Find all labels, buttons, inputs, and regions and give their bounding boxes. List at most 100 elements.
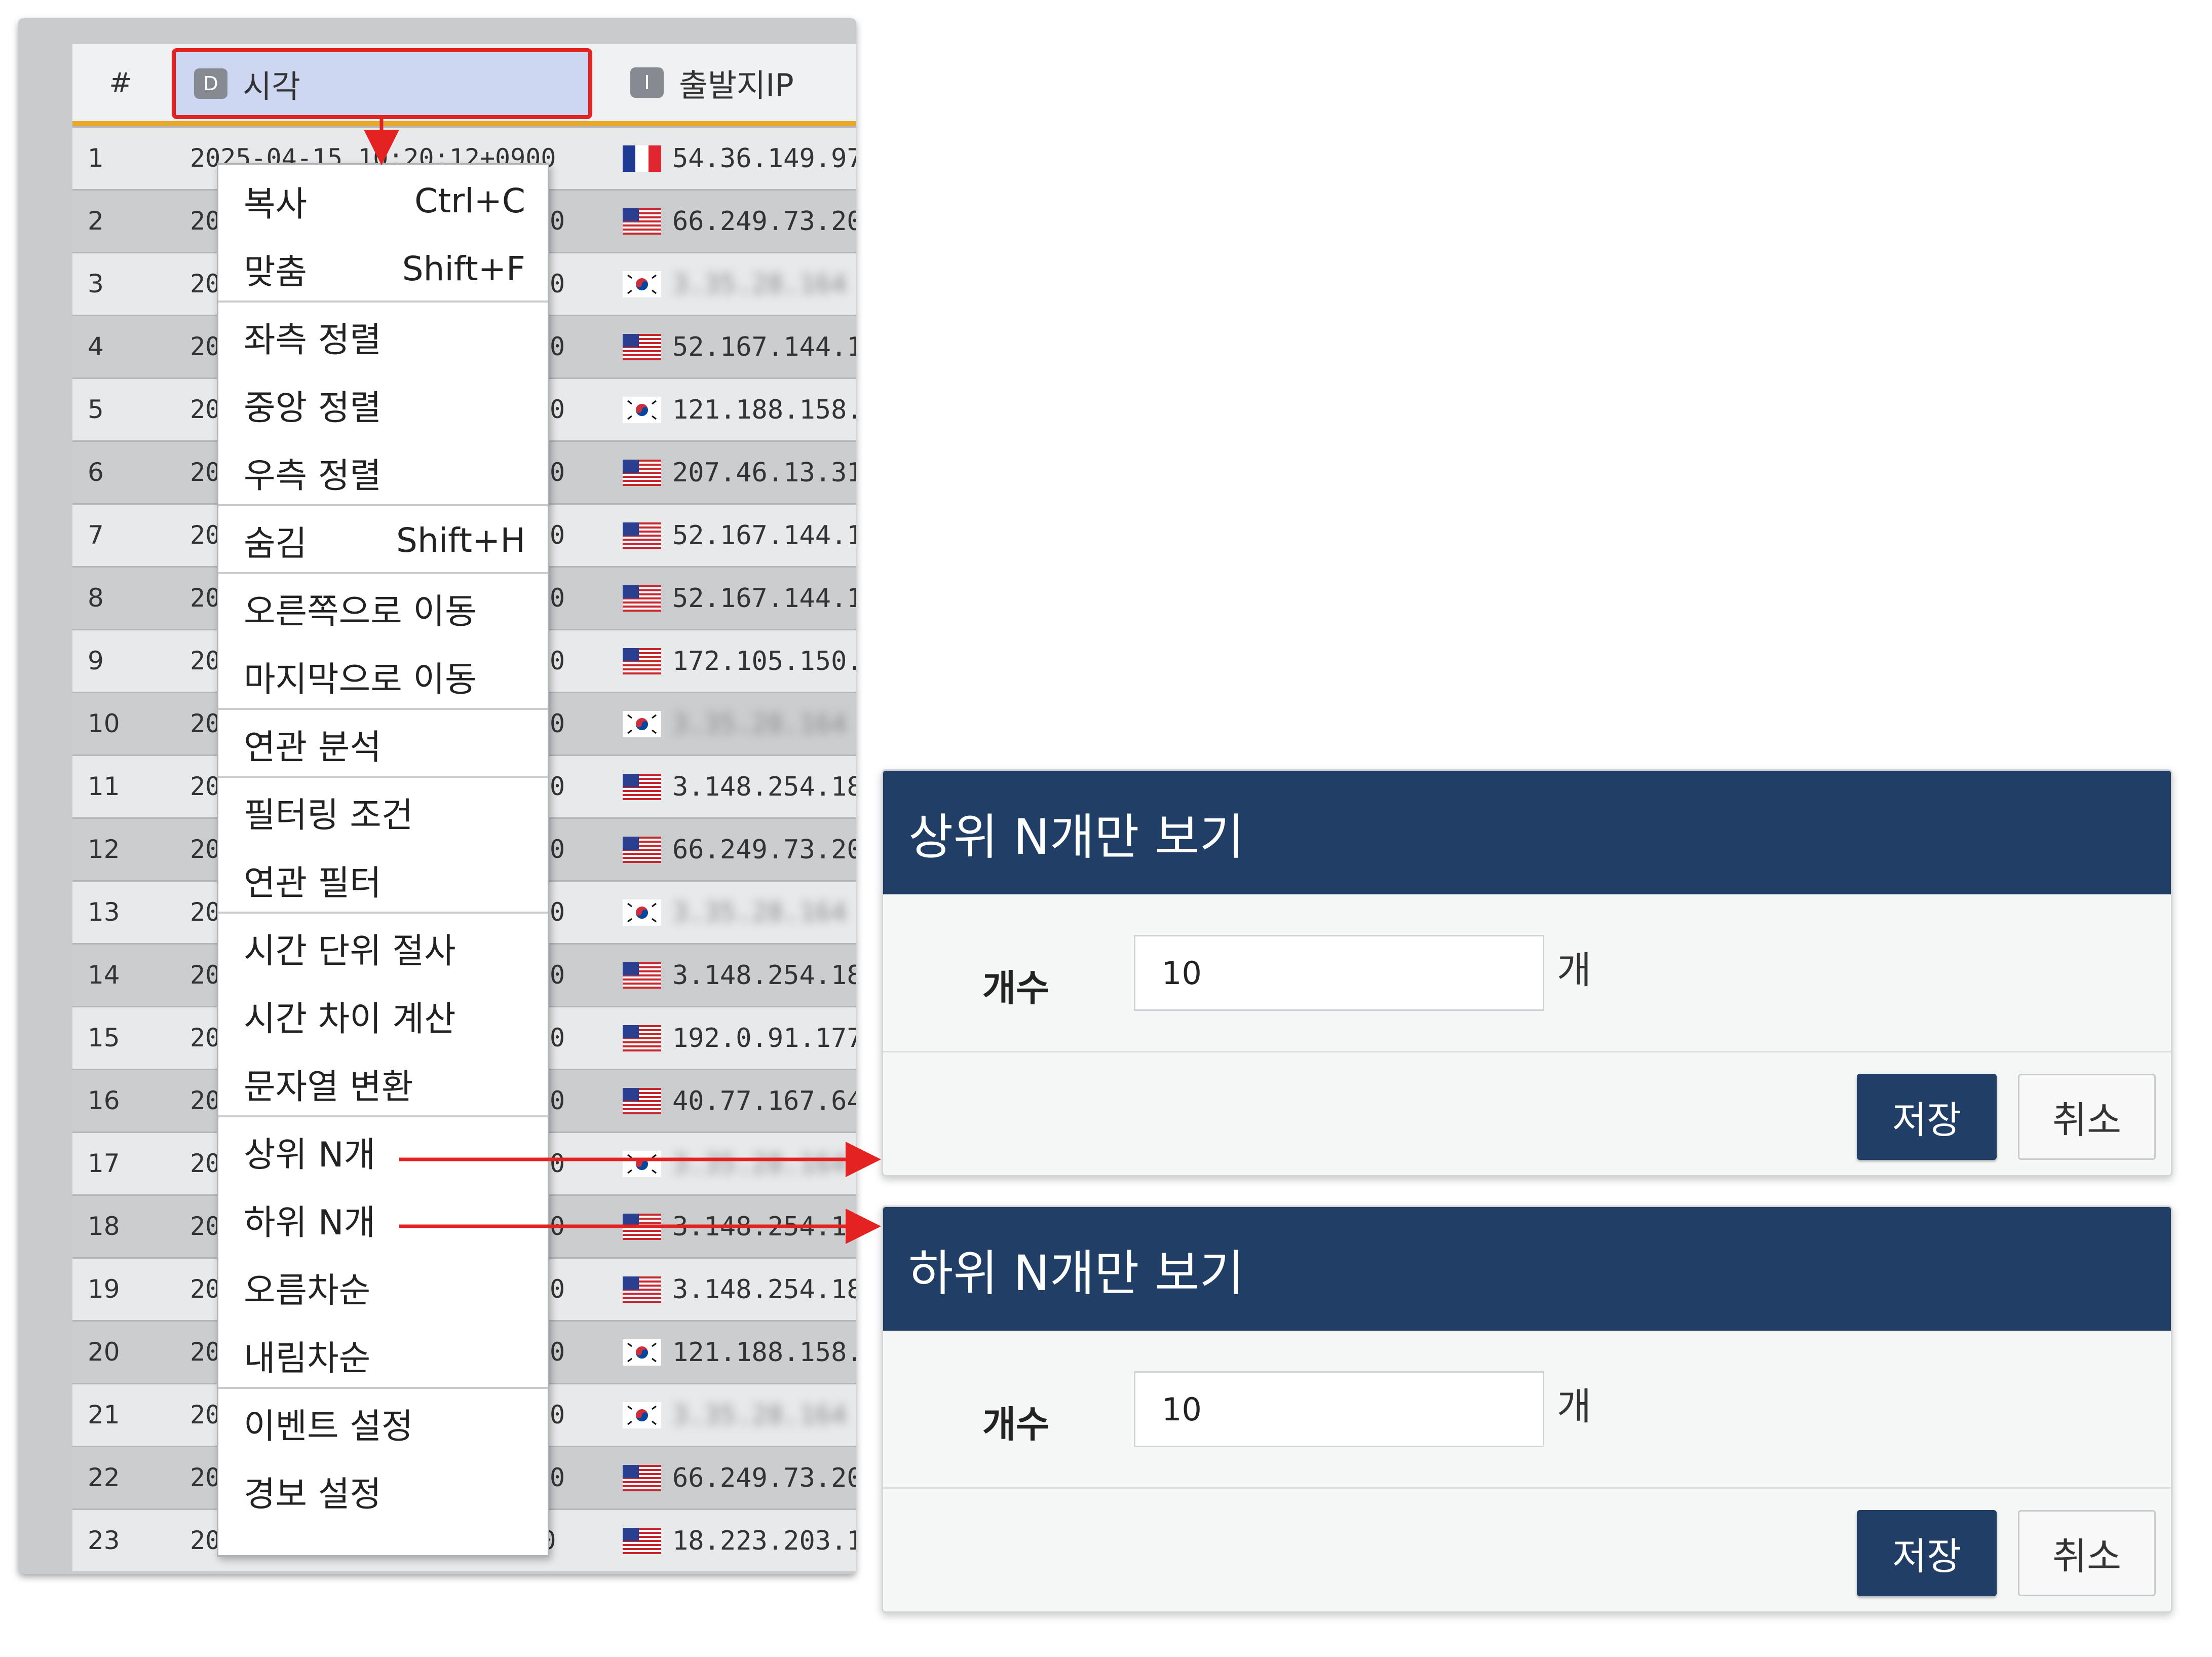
menu-item[interactable]: 좌측 정렬 — [218, 303, 548, 370]
row-time: 20 — [190, 1463, 221, 1492]
dialog-title: 상위 N개만 보기 — [883, 771, 2171, 894]
us-flag-icon — [623, 1025, 661, 1051]
row-time: 20 — [190, 1212, 221, 1241]
menu-item[interactable]: 상위 N개 — [218, 1117, 548, 1185]
row-source-ip: 3.35.28.164 — [623, 882, 847, 943]
count-input[interactable] — [1134, 1371, 1544, 1447]
menu-item-label: 마지막으로 이동 — [244, 659, 477, 700]
menu-item[interactable]: 우측 정렬 — [218, 438, 548, 506]
save-button[interactable]: 저장 — [1857, 1510, 1997, 1596]
row-source-ip-value: 18.223.203.11 — [672, 1525, 856, 1556]
menu-item-label: 문자열 변환 — [244, 1067, 413, 1107]
row-source-ip-value: 3.148.254.18 — [672, 960, 856, 991]
column-header-index[interactable]: # — [72, 44, 169, 121]
row-time: 20 — [190, 1337, 221, 1367]
row-source-ip-value: 40.77.167.64 — [672, 1085, 856, 1116]
count-input[interactable] — [1134, 935, 1544, 1011]
row-time: 20 — [190, 583, 221, 613]
menu-item-label: 시간 차이 계산 — [244, 999, 456, 1039]
column-header-source-ip[interactable]: I 출발지IP — [612, 44, 856, 121]
row-time: 20 — [190, 458, 221, 487]
menu-item-label: 상위 N개 — [244, 1135, 376, 1175]
us-flag-icon — [623, 648, 661, 674]
row-time-tail: 0 — [550, 206, 565, 236]
row-source-ip-value: 52.167.144.17 — [672, 583, 856, 614]
bottom-n-dialog: 하위 N개만 보기 개수 개 저장 취소 — [882, 1206, 2172, 1613]
us-flag-icon — [623, 208, 661, 235]
menu-item-shortcut: Shift+H — [396, 520, 525, 560]
row-source-ip: 40.77.167.64 — [623, 1070, 856, 1132]
row-index: 14 — [88, 960, 120, 990]
korea-flag-icon — [623, 710, 661, 737]
row-time-tail: 0 — [550, 1400, 565, 1429]
row-source-ip: 52.167.144.17 — [623, 568, 856, 629]
menu-item[interactable]: 숨김 Shift+H — [218, 506, 548, 574]
menu-item[interactable]: 중앙 정렬 — [218, 370, 548, 438]
row-time: 20 — [190, 1400, 221, 1429]
row-index: 19 — [88, 1274, 120, 1304]
row-source-ip: 3.35.28.164 — [623, 1133, 847, 1194]
korea-flag-icon — [623, 899, 661, 926]
row-time-tail: 0 — [550, 835, 565, 864]
row-index: 1 — [88, 143, 104, 173]
row-time-tail: 0 — [550, 1086, 565, 1115]
row-time: 20 — [190, 835, 221, 864]
menu-item[interactable]: 필터링 조건 — [218, 778, 548, 846]
menu-item[interactable]: 시간 차이 계산 — [218, 982, 548, 1049]
row-source-ip: 52.167.144.17 — [623, 316, 856, 378]
korea-flag-icon — [623, 1150, 661, 1177]
korea-flag-icon — [623, 1339, 661, 1366]
row-time: 20 — [190, 772, 221, 801]
menu-item[interactable]: 마지막으로 이동 — [218, 642, 548, 710]
row-source-ip-value: 66.249.73.202 — [672, 1462, 856, 1493]
row-source-ip-value: 3.35.28.164 — [672, 1400, 847, 1430]
menu-item[interactable]: 하위 N개 — [218, 1185, 548, 1253]
menu-item[interactable]: 내림차순 — [218, 1321, 548, 1389]
row-source-ip-value: 121.188.158.9 — [672, 394, 856, 425]
row-time: 20 — [190, 1274, 221, 1304]
row-time: 20 — [190, 269, 221, 298]
count-label: 개수 — [982, 967, 1050, 1009]
row-source-ip: 3.148.254.18 — [623, 1259, 856, 1320]
row-source-ip-value: 3.35.28.164 — [672, 708, 847, 739]
menu-item[interactable]: 오름차순 — [218, 1253, 548, 1321]
row-time: 20 — [190, 897, 221, 927]
menu-item-label: 경보 설정 — [244, 1474, 382, 1515]
menu-item[interactable]: 문자열 변환 — [218, 1049, 548, 1117]
menu-item[interactable]: 경보 설정 — [218, 1457, 548, 1525]
row-time: 20 — [190, 206, 221, 236]
menu-item[interactable]: 오른쪽으로 이동 — [218, 574, 548, 642]
row-source-ip-value: 3.35.28.164 — [672, 897, 847, 928]
menu-item[interactable]: 시간 단위 절사 — [218, 914, 548, 982]
menu-item[interactable]: 복사 Ctrl+C — [218, 167, 548, 235]
menu-item[interactable]: 이벤트 설정 — [218, 1389, 548, 1457]
row-source-ip: 121.188.158.9 — [623, 379, 856, 440]
us-flag-icon — [623, 1464, 661, 1491]
us-flag-icon — [623, 585, 661, 612]
menu-item[interactable]: 맞춤 Shift+F — [218, 235, 548, 303]
row-time: 20 — [190, 1149, 221, 1178]
save-button[interactable]: 저장 — [1857, 1074, 1997, 1160]
column-header-source-ip-label: 출발지IP — [679, 67, 794, 104]
france-flag-icon — [623, 145, 661, 172]
column-header-time[interactable]: D 시각 — [172, 48, 592, 119]
row-time: 20 — [190, 395, 221, 424]
row-index: 7 — [88, 520, 104, 550]
cancel-button[interactable]: 취소 — [2018, 1510, 2156, 1596]
cancel-button[interactable]: 취소 — [2018, 1074, 2156, 1160]
row-source-ip: 52.167.144.17 — [623, 505, 856, 566]
menu-item-label: 연관 분석 — [244, 727, 382, 768]
row-source-ip-value: 66.249.73.202 — [672, 834, 856, 865]
menu-item-label: 숨김 — [244, 523, 308, 564]
column-context-menu: 복사 Ctrl+C 맞춤 Shift+F 좌측 정렬중앙 정렬우측 정렬숨김 Shift+… — [217, 163, 549, 1557]
row-time: 20 — [190, 960, 221, 990]
row-source-ip-value: 3.35.28.164 — [672, 269, 847, 299]
menu-item[interactable]: 연관 분석 — [218, 710, 548, 778]
row-index: 15 — [88, 1023, 120, 1052]
row-source-ip: 3.35.28.164 — [623, 693, 847, 755]
menu-item-label: 좌측 정렬 — [244, 320, 382, 360]
row-time-tail: 0 — [550, 1212, 565, 1241]
menu-item-label: 중앙 정렬 — [244, 388, 382, 428]
menu-item[interactable]: 연관 필터 — [218, 846, 548, 914]
row-index: 23 — [88, 1526, 120, 1555]
